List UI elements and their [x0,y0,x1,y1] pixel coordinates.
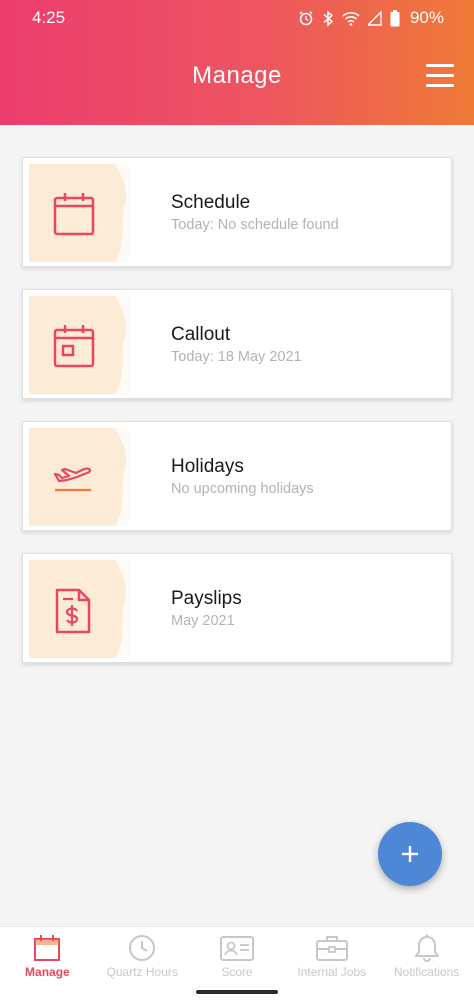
decorative-wave [115,164,129,262]
battery-icon [390,9,400,26]
status-bar: 4:25 90% [0,0,474,36]
signal-icon [367,10,382,26]
payslips-card[interactable]: Payslips May 2021 [22,553,452,663]
card-icon-box [29,164,129,262]
holidays-card[interactable]: Holidays No upcoming holidays [22,421,452,531]
nav-label: Quartz Hours [106,965,178,979]
payslip-document-icon [55,588,91,634]
callout-card[interactable]: Callout Today: 18 May 2021 [22,289,452,399]
decorative-wave [115,296,129,394]
bluetooth-icon [323,9,334,27]
decorative-wave [115,560,129,658]
app-header: 4:25 90% Manage [0,0,474,125]
decorative-wave [115,428,129,526]
bell-icon [414,934,439,962]
card-title: Payslips [171,588,242,609]
clock-icon [129,935,156,961]
nav-label: Manage [25,965,70,979]
card-subtitle: No upcoming holidays [171,481,314,497]
add-button[interactable] [378,822,442,886]
card-icon-box [29,296,129,394]
airplane-icon [53,467,92,492]
card-title: Schedule [171,192,251,213]
briefcase-icon [315,936,348,961]
calendar-day-icon [53,325,95,368]
nav-item-notifications[interactable]: Notifications [379,927,474,1000]
status-icons: 90% [298,8,444,28]
alarm-icon [299,11,313,26]
page-title: Manage [192,62,282,89]
schedule-card[interactable]: Schedule Today: No schedule found [22,157,452,267]
status-time: 4:25 [32,8,66,27]
battery-percent: 90% [409,8,444,27]
calendar-icon [34,935,61,961]
card-subtitle: Today: No schedule found [171,217,339,233]
card-subtitle: May 2021 [171,613,235,629]
nav-item-internal-jobs[interactable]: Internal Jobs [284,927,379,1000]
card-icon-box [29,560,129,658]
nav-label: Notifications [393,965,460,979]
card-title: Callout [171,324,231,345]
wifi-icon [342,11,360,26]
nav-label: Score [221,965,253,979]
nav-label: Internal Jobs [297,965,367,979]
calendar-icon [53,193,95,236]
nav-item-manage[interactable]: Manage [0,927,95,1000]
card-title: Holidays [171,456,244,477]
nav-item-quartz-hours[interactable]: Quartz Hours [95,927,190,1000]
hamburger-menu-icon[interactable] [426,64,454,90]
home-indicator[interactable] [196,990,278,994]
bottom-nav: Manage Quartz Hours Score Internal Jobs [0,926,474,1000]
card-subtitle: Today: 18 May 2021 [171,349,302,365]
card-icon-box [29,428,129,526]
id-card-icon [219,936,254,961]
plus-icon [402,846,418,862]
